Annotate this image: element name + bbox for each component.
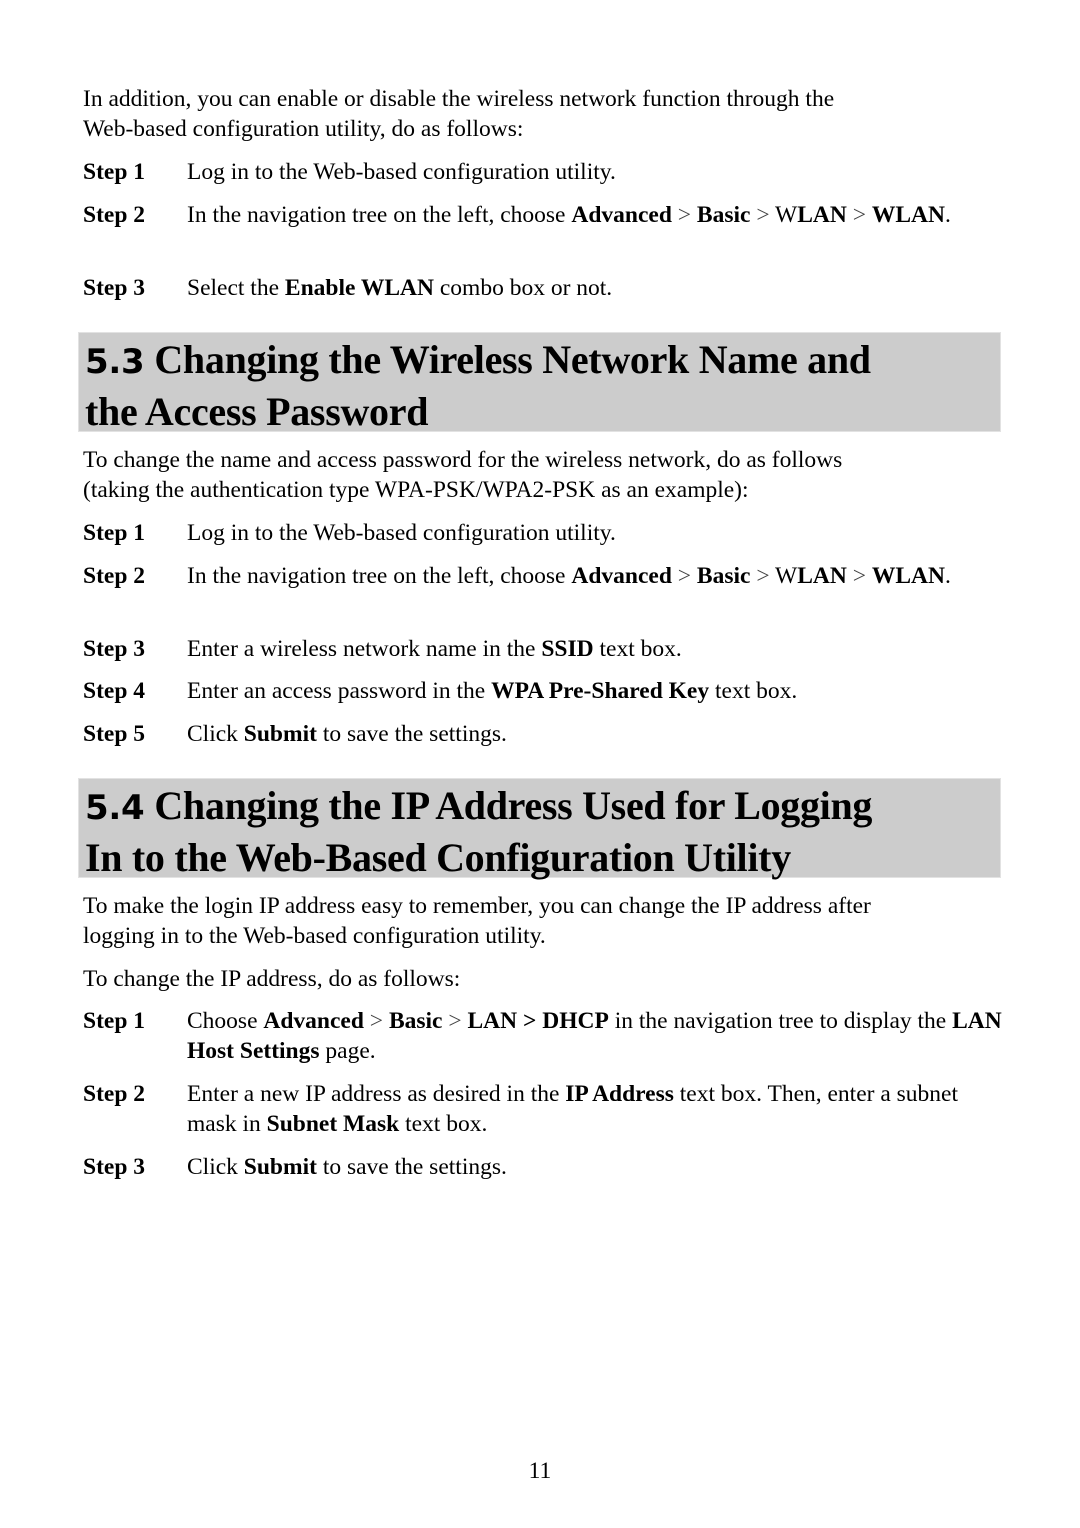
- step-text: Enter a new IP address as desired in the…: [187, 1081, 959, 1137]
- section-number: 5.4: [85, 788, 145, 828]
- intro-step-1: Step 1 Log in to the Web-based configura…: [83, 157, 1003, 187]
- step-text: Log in to the Web-based configuration ut…: [187, 520, 616, 546]
- step-label: Step 1: [83, 159, 146, 185]
- section-5-4-heading: 5.4 Changing the IP Address Used for Logg…: [78, 778, 1001, 880]
- section-5-4-paragraph-2: To change the IP address, do as follows:: [83, 966, 461, 992]
- section-5-4-paragraph-1: To make the login IP address easy to rem…: [83, 893, 871, 949]
- intro-step-3: Step 3 Select the Enable WLAN combo box …: [83, 273, 1003, 303]
- step-label: Step 4: [83, 678, 146, 704]
- intro-paragraph: In addition, you can enable or disable t…: [83, 86, 835, 142]
- s54-step-2: Step 2 Enter a new IP address as desired…: [83, 1079, 1003, 1139]
- step-text: Enter a wireless network name in the SSI…: [187, 636, 682, 662]
- s53-step-3: Step 3 Enter a wireless network name in …: [83, 634, 1003, 664]
- step-text: Click Submit to save the settings.: [187, 721, 507, 747]
- step-label: Step 1: [83, 520, 146, 546]
- section-5-3-heading: 5.3 Changing the Wireless Network Name an…: [78, 332, 1001, 434]
- section-number: 5.3: [85, 342, 145, 382]
- step-text: In the navigation tree on the left, choo…: [187, 202, 951, 228]
- step-label: Step 5: [83, 721, 146, 747]
- s53-step-4: Step 4 Enter an access password in the W…: [83, 676, 1003, 706]
- s53-step-5: Step 5 Click Submit to save the settings…: [83, 719, 1003, 749]
- step-label: Step 2: [83, 202, 146, 228]
- s53-step-1: Step 1 Log in to the Web-based configura…: [83, 518, 1003, 548]
- step-label: Step 3: [83, 1154, 146, 1180]
- step-label: Step 1: [83, 1008, 146, 1034]
- section-5-3-paragraph: To change the name and access password f…: [83, 447, 843, 503]
- page-number: 11: [528, 1458, 552, 1484]
- step-text: Enter an access password in the WPA Pre-…: [187, 678, 798, 704]
- s53-step-2: Step 2 In the navigation tree on the lef…: [83, 561, 1003, 591]
- step-label: Step 2: [83, 563, 146, 589]
- step-label: Step 2: [83, 1081, 146, 1107]
- s54-step-3: Step 3 Click Submit to save the settings…: [83, 1152, 1003, 1182]
- step-label: Step 3: [83, 275, 146, 301]
- step-text: Choose Advanced > Basic > LAN > DHCP in …: [187, 1008, 1002, 1064]
- step-text: Select the Enable WLAN combo box or not.: [187, 275, 613, 301]
- step-text: Click Submit to save the settings.: [187, 1154, 507, 1180]
- step-text: Log in to the Web-based configuration ut…: [187, 159, 616, 185]
- s54-step-1: Step 1 Choose Advanced > Basic > LAN > D…: [83, 1006, 1003, 1066]
- intro-step-2: Step 2 In the navigation tree on the lef…: [83, 200, 1003, 230]
- step-label: Step 3: [83, 636, 146, 662]
- step-text: In the navigation tree on the left, choo…: [187, 563, 951, 589]
